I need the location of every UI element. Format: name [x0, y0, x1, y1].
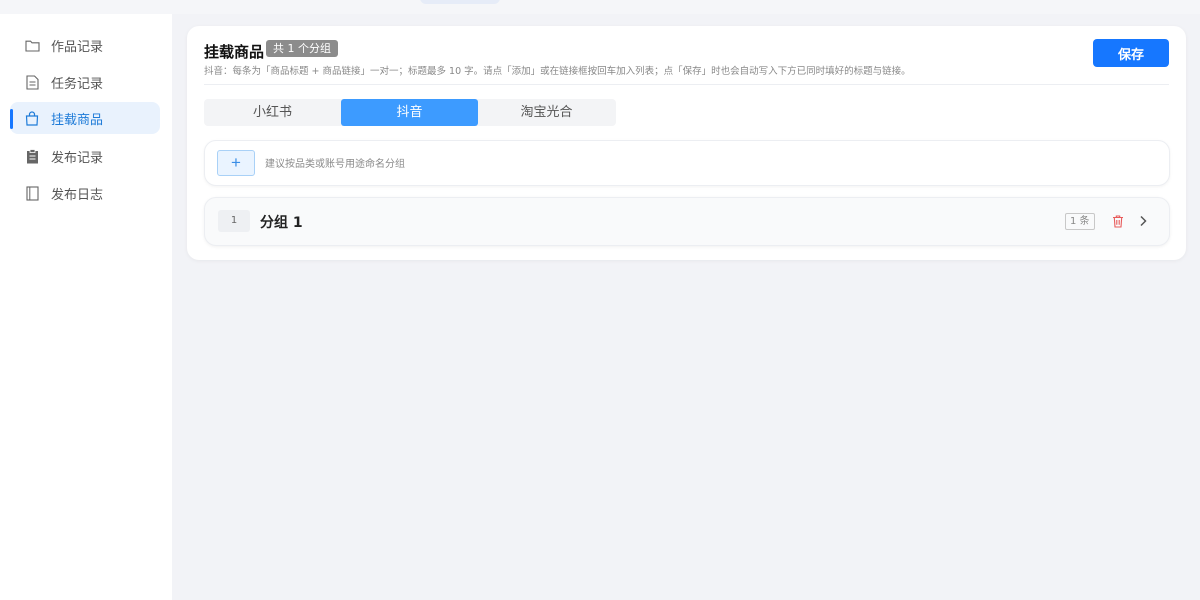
sidebar: 作品记录 任务记录 挂载商品 发布记录 发布日志 — [0, 14, 172, 600]
sidebar-item-publish-records[interactable]: 发布记录 — [10, 140, 160, 172]
group-name-input[interactable] — [263, 154, 1147, 174]
page-title: 挂载商品 — [204, 43, 265, 61]
platform-tabs: 小红书 抖音 淘宝光合 — [204, 99, 616, 126]
add-group-row: + — [204, 140, 1170, 186]
divider — [204, 84, 1169, 85]
sidebar-item-tasks[interactable]: 任务记录 — [10, 66, 160, 98]
item-count-badge: 1 条 — [1065, 213, 1095, 230]
group-index: 1 — [218, 210, 250, 232]
trash-icon[interactable] — [1111, 213, 1127, 229]
sidebar-item-label: 作品记录 — [51, 39, 104, 55]
save-button[interactable]: 保存 — [1093, 39, 1169, 67]
shopping-bag-icon — [24, 110, 40, 126]
document-icon — [24, 74, 40, 90]
group-count-badge: 共 1 个分组 — [266, 40, 338, 57]
tab-xiaohongshu[interactable]: 小红书 — [204, 99, 341, 126]
sidebar-item-label: 发布记录 — [51, 150, 104, 166]
active-indicator — [10, 109, 13, 129]
sidebar-item-label: 发布日志 — [51, 187, 104, 203]
sidebar-item-label: 任务记录 — [51, 76, 104, 92]
top-tab-indicator — [420, 0, 500, 4]
sidebar-item-works[interactable]: 作品记录 — [10, 29, 160, 61]
tab-taobao-guanghe[interactable]: 淘宝光合 — [478, 99, 615, 126]
plus-icon: + — [231, 153, 241, 172]
tab-douyin[interactable]: 抖音 — [341, 99, 478, 126]
folder-icon — [24, 37, 40, 53]
product-mount-panel: 挂载商品 共 1 个分组 抖音：每条为「商品标题 + 商品链接」一对一；标题最多… — [187, 26, 1186, 260]
page-description: 抖音：每条为「商品标题 + 商品链接」一对一；标题最多 10 字。请点「添加」或… — [204, 66, 911, 77]
sidebar-item-label: 挂载商品 — [51, 112, 104, 128]
clipboard-icon — [24, 148, 40, 164]
group-row[interactable]: 1 分组 1 1 条 — [204, 197, 1170, 246]
chevron-right-icon[interactable] — [1136, 213, 1152, 229]
add-group-button[interactable]: + — [217, 150, 255, 176]
notebook-icon — [24, 185, 40, 201]
group-name: 分组 1 — [260, 215, 303, 231]
sidebar-item-products[interactable]: 挂载商品 — [10, 102, 160, 134]
sidebar-item-publish-logs[interactable]: 发布日志 — [10, 177, 160, 209]
top-bar — [0, 0, 1200, 14]
